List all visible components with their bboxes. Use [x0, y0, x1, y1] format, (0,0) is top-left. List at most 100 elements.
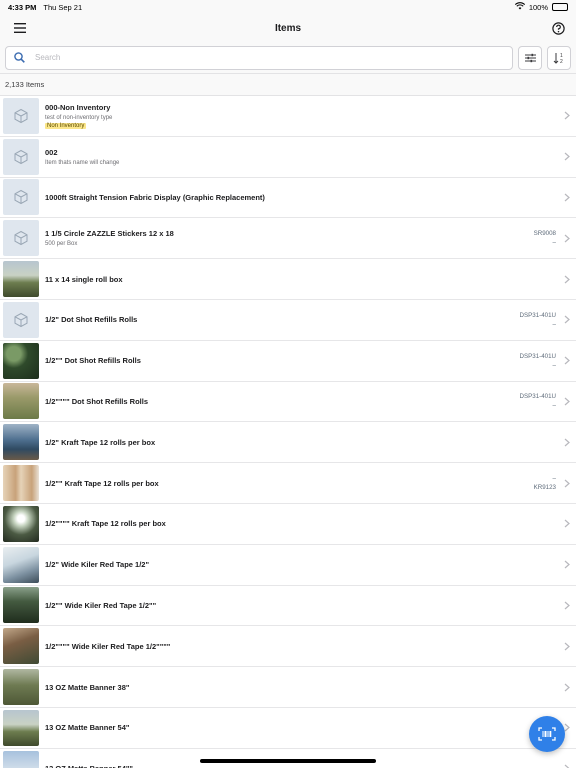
- item-text: 1000ft Straight Tension Fabric Display (…: [39, 193, 562, 202]
- box-icon: [3, 220, 39, 257]
- item-name: 002: [45, 147, 58, 157]
- item-sku-top: DSP31-401U: [519, 352, 556, 360]
- item-sku-bottom: –: [552, 402, 556, 410]
- item-sku-top: DSP31-401U: [519, 393, 556, 401]
- chevron-right-icon: [562, 683, 572, 692]
- help-button[interactable]: [550, 20, 566, 36]
- sort-numeric-icon: 12: [553, 52, 563, 64]
- chevron-right-icon: [562, 111, 572, 120]
- item-row[interactable]: 1/2"""" Dot Shot Refills Rolls DSP31-401U…: [0, 381, 576, 423]
- item-name: 1000ft Straight Tension Fabric Display (…: [45, 192, 265, 202]
- item-text: 1/2"" Kraft Tape 12 rolls per box: [39, 479, 534, 488]
- sliders-icon: [524, 53, 536, 62]
- box-icon: [3, 97, 39, 134]
- item-thumbnail: [3, 342, 39, 379]
- item-row[interactable]: 1/2"" Dot Shot Refills Rolls DSP31-401U –: [0, 340, 576, 382]
- item-thumbnail: [3, 709, 39, 746]
- item-sku-bottom: –: [552, 320, 556, 328]
- box-icon: [3, 301, 39, 338]
- item-text: 1 1/5 Circle ZAZZLE Stickers 12 x 18 500 …: [39, 229, 534, 247]
- item-row[interactable]: 1/2"" Kraft Tape 12 rolls per box – KR9123: [0, 463, 576, 504]
- box-icon: [3, 138, 39, 175]
- item-text: 000-Non Inventory test of non-inventory t…: [39, 103, 562, 129]
- search-input[interactable]: [35, 53, 504, 62]
- chevron-right-icon: [562, 234, 572, 243]
- search-icon: [14, 52, 25, 63]
- item-count-bar: 2,133 Items: [0, 74, 576, 96]
- item-thumbnail: [3, 383, 39, 420]
- item-row[interactable]: 1/2"""" Wide Kiler Red Tape 1/2"""": [0, 626, 576, 668]
- item-type-badge: Non Inventory: [45, 122, 87, 129]
- item-thumbnail: [3, 628, 39, 665]
- item-row[interactable]: 1000ft Straight Tension Fabric Display (…: [0, 177, 576, 219]
- page-title: Items: [274, 22, 302, 34]
- items-list[interactable]: 000-Non Inventory test of non-inventory t…: [0, 96, 576, 768]
- item-row[interactable]: 002 Item thats name will change: [0, 136, 576, 178]
- status-time: 4:33 PM: [8, 2, 37, 12]
- status-bar: 4:33 PM Thu Sep 21 100%: [0, 0, 576, 14]
- item-row[interactable]: 1/2"""" Kraft Tape 12 rolls per box: [0, 503, 576, 545]
- item-name: 1/2"" Dot Shot Refills Rolls: [45, 356, 141, 366]
- item-sku-bottom: –: [552, 239, 556, 247]
- filter-button[interactable]: [518, 45, 542, 70]
- item-name: 1/2" Wide Kiler Red Tape 1/2": [45, 560, 150, 570]
- item-sku: DSP31-401U –: [520, 392, 556, 410]
- item-name: 13 OZ Matte Banner 54": [45, 723, 130, 733]
- item-name: 1/2"" Kraft Tape 12 rolls per box: [45, 478, 159, 488]
- chevron-right-icon: [562, 152, 572, 161]
- item-row[interactable]: 000-Non Inventory test of non-inventory t…: [0, 96, 576, 137]
- item-description: test of non-inventory type: [45, 114, 113, 121]
- item-text: 13 OZ Matte Banner 38": [39, 683, 562, 692]
- item-name: 1 1/5 Circle ZAZZLE Stickers 12 x 18: [45, 229, 174, 239]
- chevron-right-icon: [562, 315, 572, 324]
- question-circle-icon: [551, 21, 565, 35]
- item-text: 1/2"""" Kraft Tape 12 rolls per box: [39, 519, 562, 528]
- item-sku: DSP31-401U –: [520, 352, 556, 370]
- search-field[interactable]: [5, 45, 513, 70]
- chevron-right-icon: [562, 275, 572, 284]
- item-name: 000-Non Inventory: [45, 102, 111, 112]
- wifi-icon: [514, 2, 525, 12]
- item-thumbnail: [3, 750, 39, 768]
- item-sku-top: –: [552, 475, 556, 483]
- item-text: 11 x 14 single roll box: [39, 275, 562, 284]
- item-text: 1/2" Dot Shot Refills Rolls: [39, 315, 520, 324]
- search-toolbar: 12: [0, 42, 576, 74]
- item-description: 500 per Box: [45, 241, 78, 248]
- sort-button[interactable]: 12: [547, 45, 571, 70]
- chevron-right-icon: [562, 642, 572, 651]
- item-text: 13 OZ Matte Banner 54"": [39, 764, 562, 768]
- item-row[interactable]: 1/2" Wide Kiler Red Tape 1/2": [0, 544, 576, 586]
- item-row[interactable]: 1 1/5 Circle ZAZZLE Stickers 12 x 18 500 …: [0, 218, 576, 260]
- item-row[interactable]: 13 OZ Matte Banner 54": [0, 707, 576, 749]
- item-name: 1/2"""" Kraft Tape 12 rolls per box: [45, 519, 166, 529]
- item-row[interactable]: 1/2" Dot Shot Refills Rolls DSP31-401U –: [0, 299, 576, 341]
- item-thumbnail: [3, 587, 39, 624]
- item-name: 1/2"" Wide Kiler Red Tape 1/2"": [45, 600, 157, 610]
- status-date: Thu Sep 21: [43, 2, 83, 12]
- item-row[interactable]: 1/2" Kraft Tape 12 rolls per box: [0, 422, 576, 464]
- item-row[interactable]: 13 OZ Matte Banner 38": [0, 667, 576, 708]
- svg-text:2: 2: [560, 59, 563, 64]
- item-row[interactable]: 11 x 14 single roll box: [0, 259, 576, 300]
- menu-button[interactable]: [12, 20, 28, 36]
- chevron-right-icon: [562, 397, 572, 406]
- chevron-right-icon: [562, 479, 572, 488]
- item-sku: – KR9123: [534, 474, 556, 492]
- item-sku-top: SR9008: [533, 230, 556, 238]
- item-name: 13 OZ Matte Banner 54"": [45, 764, 562, 768]
- item-row[interactable]: 1/2"" Wide Kiler Red Tape 1/2"": [0, 585, 576, 627]
- scan-barcode-button[interactable]: [529, 716, 565, 752]
- item-thumbnail: [3, 424, 39, 461]
- item-name: 11 x 14 single roll box: [45, 274, 123, 284]
- item-name: 1/2"""" Dot Shot Refills Rolls: [45, 396, 148, 406]
- chevron-right-icon: [562, 193, 572, 202]
- item-sku: DSP31-401U –: [520, 311, 556, 329]
- item-name: 13 OZ Matte Banner 38": [45, 682, 130, 692]
- item-description: Item thats name will change: [45, 159, 120, 166]
- item-text: 13 OZ Matte Banner 54": [39, 723, 562, 732]
- chevron-right-icon: [562, 601, 572, 610]
- item-thumbnail: [3, 546, 39, 583]
- item-thumbnail: [3, 505, 39, 542]
- item-sku-bottom: KR9123: [533, 484, 556, 492]
